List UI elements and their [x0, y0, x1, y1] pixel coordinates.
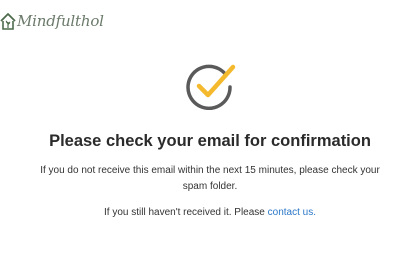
house-plant-icon — [0, 13, 16, 30]
brand-name: Mindfulthol — [17, 12, 104, 30]
page-title: Please check your email for confirmation — [49, 132, 371, 150]
instructions-text: If you do not receive this email within … — [40, 165, 380, 192]
contact-us-link[interactable]: contact us. — [268, 207, 316, 218]
brand-logo[interactable]: Mindfulthol — [0, 10, 104, 32]
contact-prefix-text: If you still haven't received it. Please — [103, 207, 268, 218]
contact-line: If you still haven't received it. Please… — [0, 205, 420, 221]
checkmark-circle-icon — [186, 64, 236, 110]
